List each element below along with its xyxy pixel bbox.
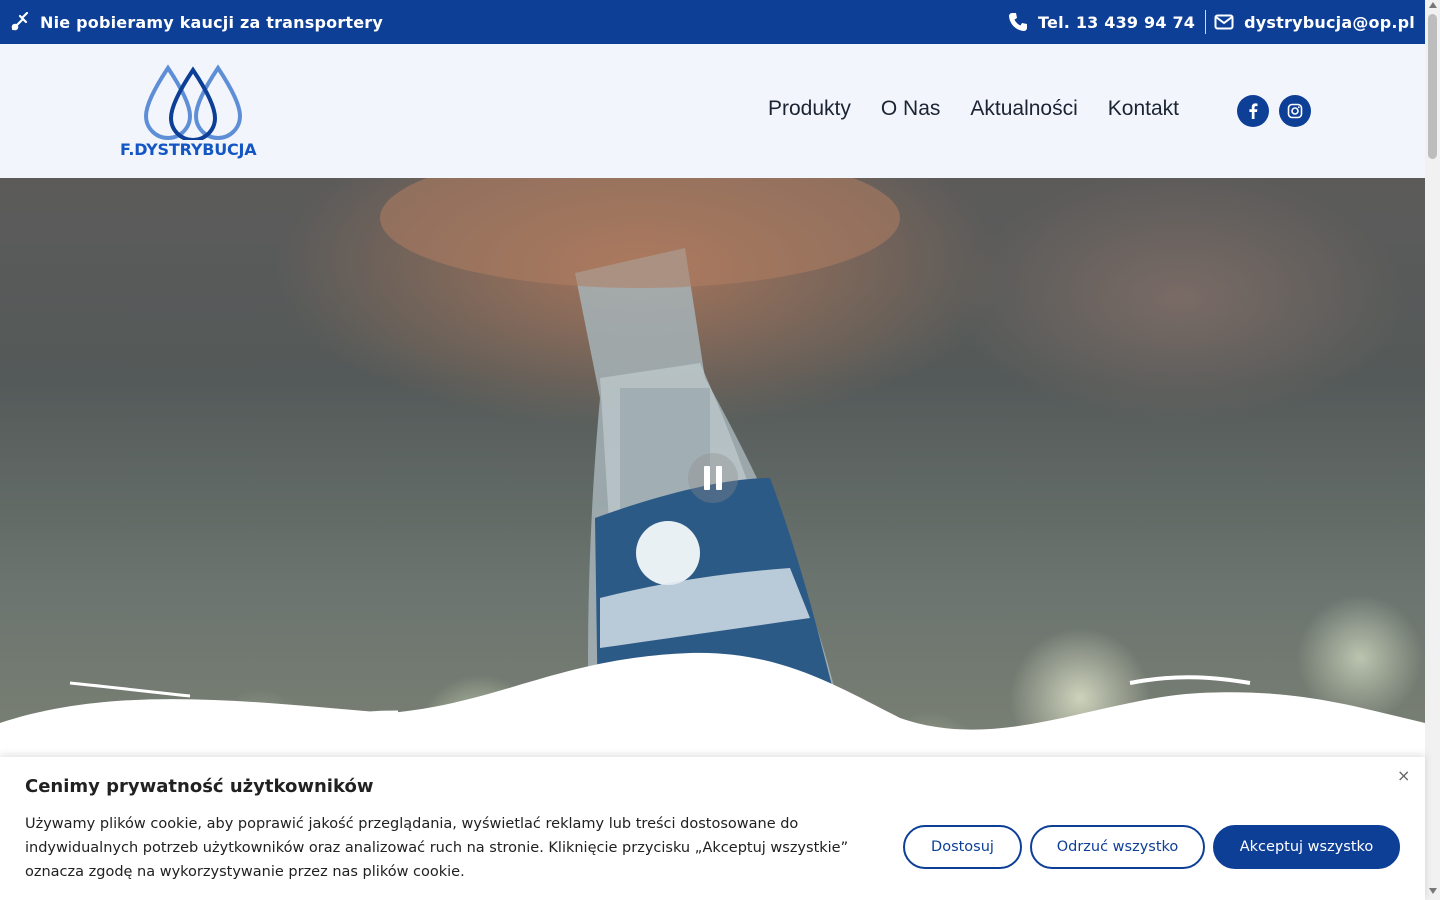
cookie-banner: Cenimy prywatność użytkowników × Używamy… <box>0 757 1425 900</box>
promo-group: Nie pobieramy kaucji za transportery <box>10 11 384 32</box>
social-links <box>1237 95 1311 127</box>
phone-icon <box>1008 12 1028 32</box>
cookie-description: Używamy plików cookie, aby poprawić jako… <box>25 816 849 880</box>
cookie-title: Cenimy prywatność użytkowników <box>25 776 374 797</box>
contact-group: Tel. 13 439 94 74 dystrybucja@op.pl <box>1008 10 1415 34</box>
pause-icon <box>704 466 710 490</box>
pause-video-button[interactable] <box>688 453 738 503</box>
logo-text: F.DYSTRYBUCJA <box>120 140 257 159</box>
nav-item-kontakt[interactable]: Kontakt <box>1108 97 1179 121</box>
instagram-icon <box>1287 103 1303 119</box>
scroll-down-arrow-icon[interactable] <box>1429 888 1437 894</box>
instagram-button[interactable] <box>1279 95 1311 127</box>
scroll-up-arrow-icon[interactable] <box>1429 2 1437 8</box>
facebook-icon <box>1249 103 1258 119</box>
scrollbar[interactable] <box>1425 0 1440 900</box>
main-nav: Produkty O Nas Aktualności Kontakt <box>768 97 1179 121</box>
site-header: F.DYSTRYBUCJA Produkty O Nas Aktualności… <box>0 44 1425 178</box>
mail-icon <box>1214 12 1234 32</box>
top-bar: Nie pobieramy kaucji za transportery Tel… <box>0 0 1425 44</box>
nav-item-produkty[interactable]: Produkty <box>768 97 851 121</box>
close-icon[interactable]: × <box>1397 766 1410 785</box>
promo-text: Nie pobieramy kaucji za transportery <box>40 12 384 32</box>
thermometer-icon <box>10 11 30 32</box>
facebook-button[interactable] <box>1237 95 1269 127</box>
email-link[interactable]: dystrybucja@op.pl <box>1244 13 1415 32</box>
customize-button[interactable]: Dostosuj <box>903 825 1022 869</box>
hero-video <box>0 178 1425 758</box>
scrollbar-thumb[interactable] <box>1428 14 1437 159</box>
nav-item-aktualnosci[interactable]: Aktualności <box>970 97 1077 121</box>
pause-icon-bar <box>716 466 722 490</box>
contact-divider <box>1205 10 1207 34</box>
logo-drops-icon <box>143 64 243 142</box>
phone-link[interactable]: Tel. 13 439 94 74 <box>1038 13 1195 32</box>
nav-item-o-nas[interactable]: O Nas <box>881 97 941 121</box>
accept-all-button[interactable]: Akceptuj wszystko <box>1213 825 1400 869</box>
reject-all-button[interactable]: Odrzuć wszystko <box>1030 825 1205 869</box>
